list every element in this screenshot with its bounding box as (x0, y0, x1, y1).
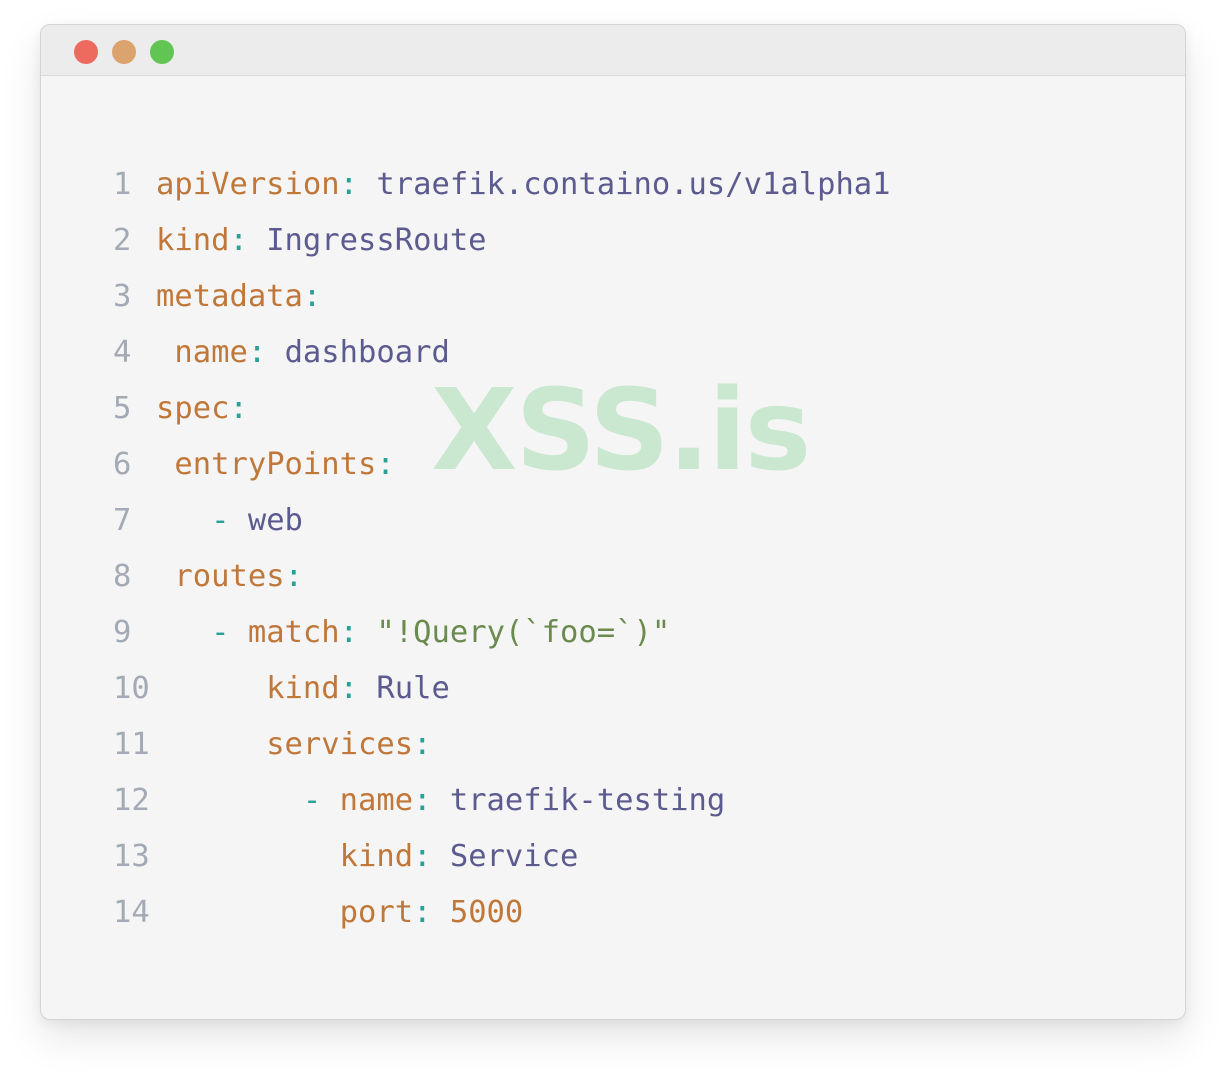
line-content: metadata: (156, 269, 321, 325)
line-number: 6 (113, 447, 132, 482)
close-icon[interactable] (74, 40, 98, 64)
line-number: 9 (113, 615, 132, 650)
code-punctuation: : (413, 895, 450, 930)
code-key: kind (266, 671, 340, 706)
line-content: services: (156, 717, 431, 773)
code-punctuation: : (247, 335, 285, 370)
line-content: spec: (156, 381, 248, 437)
code-line: 2 kind: IngressRoute (41, 213, 1185, 269)
line-content: entryPoints: (156, 437, 395, 493)
code-value: traefik-testing (449, 783, 726, 818)
code-value: Service (449, 839, 579, 874)
code-key: routes (174, 559, 285, 594)
maximize-icon[interactable] (150, 40, 174, 64)
code-punctuation: - (211, 615, 248, 650)
code-value: Rule (376, 671, 450, 706)
code-string: "!Query(`foo=`)" (376, 615, 671, 650)
line-number: 8 (113, 559, 132, 594)
code-value: web (247, 503, 303, 538)
code-punctuation: - (211, 503, 248, 538)
line-number: 7 (113, 503, 132, 538)
code-line: 13 kind: Service (41, 829, 1185, 885)
code-punctuation: : (284, 559, 303, 594)
line-content: routes: (156, 549, 303, 605)
line-number: 13 (113, 839, 150, 874)
line-number: 14 (113, 895, 150, 930)
code-punctuation: : (339, 615, 377, 650)
line-number: 11 (113, 727, 150, 762)
line-content: kind: Rule (156, 661, 450, 717)
line-content: name: dashboard (156, 325, 450, 381)
code-punctuation: : (302, 279, 322, 314)
code-punctuation: : (413, 727, 432, 762)
line-number: 5 (113, 391, 132, 426)
code-key: apiVersion (156, 167, 340, 202)
code-punctuation: - (302, 783, 340, 818)
line-content: - match: "!Query(`foo=`)" (156, 605, 670, 661)
code-punctuation: : (229, 391, 248, 426)
code-punctuation: : (413, 839, 450, 874)
code-value: IngressRoute (266, 223, 487, 258)
code-punctuation: : (376, 447, 395, 482)
line-number: 4 (113, 335, 132, 370)
code-key: spec (156, 391, 230, 426)
line-number: 10 (113, 671, 150, 706)
code-key: port (339, 895, 414, 930)
code-punctuation: : (229, 223, 267, 258)
code-value: traefik.containo.us/v1alpha1 (376, 167, 891, 202)
code-key: services (266, 727, 414, 762)
code-key: kind (156, 223, 230, 258)
code-line: 9 - match: "!Query(`foo=`)" (41, 605, 1185, 661)
code-number: 5000 (449, 895, 524, 930)
line-content: kind: Service (156, 829, 579, 885)
code-line: 6 entryPoints: (41, 437, 1185, 493)
code-key: name (339, 783, 414, 818)
code-key: kind (339, 839, 414, 874)
code-value: dashboard (284, 335, 450, 370)
code-line: 8 routes: (41, 549, 1185, 605)
code-line: 12 - name: traefik-testing (41, 773, 1185, 829)
minimize-icon[interactable] (112, 40, 136, 64)
code-key: match (247, 615, 340, 650)
line-content: - web (156, 493, 303, 549)
line-number: 12 (113, 783, 150, 818)
code-line: 1 apiVersion: traefik.containo.us/v1alpha… (41, 157, 1185, 213)
line-content: - name: traefik-testing (156, 773, 725, 829)
line-number: 3 (113, 279, 132, 314)
code-key: name (174, 335, 248, 370)
code-block: 1 apiVersion: traefik.containo.us/v1alpha… (41, 157, 1185, 941)
code-key: entryPoints (174, 447, 377, 482)
line-content: kind: IngressRoute (156, 213, 487, 269)
line-content: apiVersion: traefik.containo.us/v1alpha1 (156, 157, 891, 213)
code-window: 1 apiVersion: traefik.containo.us/v1alpha… (40, 24, 1186, 1020)
code-line: 7 - web (41, 493, 1185, 549)
code-punctuation: : (339, 671, 377, 706)
code-line: 14 port: 5000 (41, 885, 1185, 941)
line-content: port: 5000 (156, 885, 524, 941)
line-number: 2 (113, 223, 132, 258)
code-punctuation: : (339, 167, 377, 202)
code-line: 10 kind: Rule (41, 661, 1185, 717)
window-titlebar (41, 25, 1185, 76)
line-number: 1 (113, 167, 132, 202)
code-key: metadata (156, 279, 303, 314)
code-line: 4 name: dashboard (41, 325, 1185, 381)
code-line: 5 spec: (41, 381, 1185, 437)
code-line: 11 services: (41, 717, 1185, 773)
code-line: 3 metadata: (41, 269, 1185, 325)
code-punctuation: : (413, 783, 450, 818)
